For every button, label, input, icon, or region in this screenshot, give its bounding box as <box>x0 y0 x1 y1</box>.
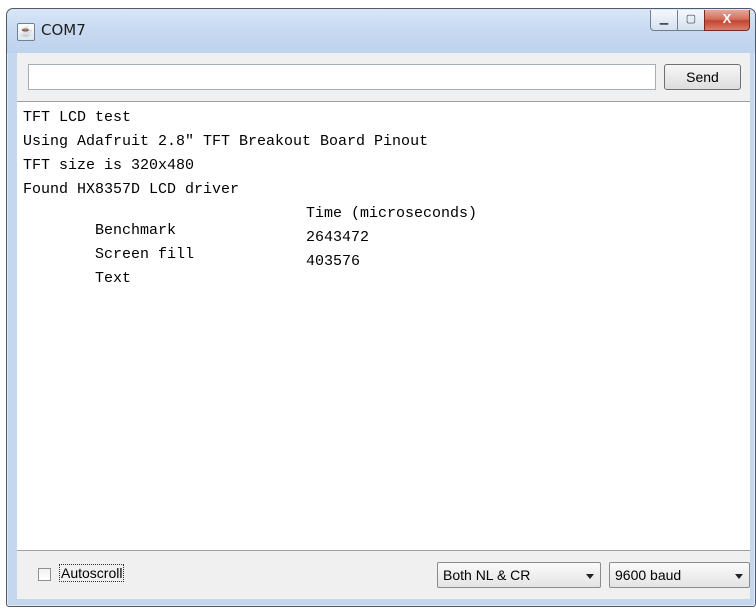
close-button[interactable]: X <box>704 10 750 31</box>
console-line: Text 403576 <box>23 253 360 287</box>
minimize-icon: ▁ <box>659 13 669 25</box>
close-icon: X <box>722 11 732 26</box>
window-title: COM7 <box>41 21 86 39</box>
line-ending-value: Both NL & CR <box>443 567 531 583</box>
send-row: Send <box>17 53 750 101</box>
console-line: TFT size is 320x480 <box>23 157 194 177</box>
console-line-text: TFT size is 320x480 <box>23 157 195 174</box>
console-line: Screen fill 2643472 <box>23 229 369 263</box>
caption-buttons: ▁ ▢ X <box>650 10 750 31</box>
autoscroll-label[interactable]: Autoscroll <box>58 564 125 582</box>
console-line-text: Text <box>95 270 132 287</box>
line-ending-select[interactable]: Both NL & CR <box>437 562 601 588</box>
serial-output[interactable]: TFT LCD test Using Adafruit 2.8" TFT Bre… <box>17 101 750 551</box>
console-line-text: Using Adafruit 2.8" TFT Breakout Board P… <box>23 133 429 150</box>
console-line-value: 403576 <box>306 253 361 270</box>
client-area: Send TFT LCD test Using Adafruit 2.8" TF… <box>17 53 750 599</box>
console-line-value: 2643472 <box>306 229 370 246</box>
title-bar[interactable]: ☕ COM7 ▁ ▢ X <box>7 9 755 53</box>
chevron-down-icon <box>586 574 594 579</box>
baud-rate-select[interactable]: 9600 baud <box>609 562 750 588</box>
console-line: Found HX8357D LCD driver <box>23 181 239 201</box>
minimize-button[interactable]: ▁ <box>650 10 677 31</box>
console-line: Benchmark Time (microseconds) <box>23 205 477 239</box>
console-line-value: Time (microseconds) <box>306 205 478 222</box>
java-icon: ☕ <box>17 23 35 41</box>
autoscroll-checkbox[interactable] <box>38 568 51 581</box>
serial-monitor-window: ☕ COM7 ▁ ▢ X Send TFT LCD test Using Ada… <box>6 8 756 607</box>
status-bar: Autoscroll Both NL & CR 9600 baud <box>17 551 750 599</box>
baud-rate-value: 9600 baud <box>615 567 682 583</box>
console-line: Using Adafruit 2.8" TFT Breakout Board P… <box>23 133 428 153</box>
console-line-text: Found HX8357D LCD driver <box>23 181 240 198</box>
console-line: TFT LCD test <box>23 109 131 129</box>
console-line-text: TFT LCD test <box>23 109 132 126</box>
serial-input[interactable] <box>28 64 656 90</box>
chevron-down-icon <box>735 574 743 579</box>
send-button[interactable]: Send <box>664 64 741 90</box>
maximize-button[interactable]: ▢ <box>677 10 704 31</box>
maximize-icon: ▢ <box>685 13 697 25</box>
